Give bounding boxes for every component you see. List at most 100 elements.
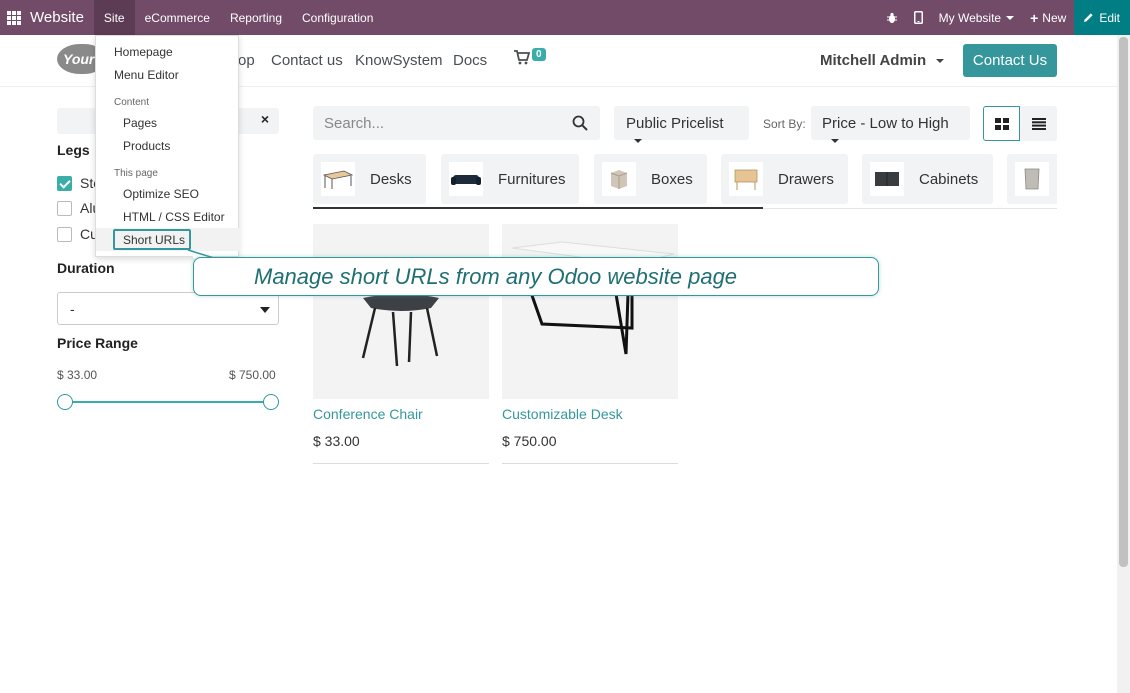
category-scroll-indicator bbox=[313, 207, 763, 209]
sort-by-dropdown[interactable]: Price - Low to High bbox=[811, 106, 970, 144]
edit-label: Edit bbox=[1099, 10, 1120, 25]
dd-html-css-editor[interactable]: HTML / CSS Editor bbox=[123, 210, 225, 224]
sofa-thumbnail bbox=[449, 162, 483, 196]
customizable-desk-image[interactable] bbox=[502, 224, 678, 399]
product-price: $ 33.00 bbox=[313, 433, 360, 449]
price-range-max-handle[interactable] bbox=[263, 394, 279, 410]
search-placeholder: Search... bbox=[324, 115, 385, 132]
price-range-track bbox=[64, 401, 271, 403]
dd-this-page-header: This page bbox=[114, 168, 158, 179]
cart-count-badge: 0 bbox=[532, 48, 546, 61]
category-label: Boxes bbox=[651, 170, 693, 188]
website-switcher[interactable]: My Website bbox=[931, 0, 1022, 35]
category-furnitures[interactable]: Furnitures bbox=[441, 154, 579, 204]
site-dropdown-menu: Homepage Menu Editor Content Pages Produ… bbox=[95, 35, 240, 257]
legs-option[interactable]: Cu bbox=[57, 226, 98, 242]
category-desks[interactable]: Desks bbox=[313, 154, 426, 204]
product-price: $ 750.00 bbox=[502, 433, 557, 449]
callout-text: Manage short URLs from any Odoo website … bbox=[254, 263, 738, 289]
dd-pages[interactable]: Pages bbox=[123, 116, 157, 130]
bin-thumbnail bbox=[1015, 162, 1049, 196]
app-title[interactable]: Website bbox=[30, 9, 84, 26]
callout-tooltip: Manage short URLs from any Odoo website … bbox=[193, 257, 879, 296]
duration-select-value: - bbox=[70, 301, 75, 317]
conference-chair-image[interactable] bbox=[313, 224, 489, 399]
sort-by-label: Sort By: bbox=[763, 117, 806, 131]
category-cabinets[interactable]: Cabinets bbox=[862, 154, 993, 204]
chevron-down-icon bbox=[831, 139, 839, 144]
logo-text: Your bbox=[63, 51, 95, 67]
user-menu[interactable]: Mitchell Admin bbox=[820, 52, 945, 69]
checkbox[interactable] bbox=[57, 226, 72, 242]
grid-view-button[interactable] bbox=[983, 106, 1020, 141]
price-max-value: $ 750.00 bbox=[229, 368, 276, 382]
chevron-down-icon bbox=[1006, 15, 1015, 20]
clear-icon[interactable]: × bbox=[261, 111, 269, 127]
pencil-icon bbox=[1084, 13, 1093, 22]
drawer-thumbnail bbox=[729, 162, 763, 196]
price-range-min-handle[interactable] bbox=[57, 394, 73, 410]
dd-homepage[interactable]: Homepage bbox=[114, 45, 173, 59]
menu-ecommerce[interactable]: eCommerce bbox=[135, 0, 220, 35]
category-label: Desks bbox=[370, 170, 412, 188]
edit-button[interactable]: Edit bbox=[1074, 0, 1130, 35]
scrollbar-thumb[interactable] bbox=[1119, 37, 1128, 567]
product-divider bbox=[502, 463, 678, 464]
pricelist-label: Public Pricelist bbox=[626, 115, 724, 132]
apps-grid-icon[interactable] bbox=[7, 10, 21, 25]
duration-select[interactable]: - bbox=[57, 292, 279, 325]
category-boxes[interactable]: Boxes bbox=[594, 154, 707, 204]
contact-us-button[interactable]: Contact Us bbox=[963, 44, 1057, 77]
price-min-value: $ 33.00 bbox=[57, 368, 98, 382]
category-label: Drawers bbox=[778, 170, 834, 188]
category-label: Furnitures bbox=[498, 170, 566, 188]
new-button[interactable]: + New bbox=[1022, 0, 1074, 35]
menu-reporting[interactable]: Reporting bbox=[220, 0, 292, 35]
admin-bar-right: My Website + New Edit bbox=[878, 0, 1130, 35]
desk-thumbnail bbox=[321, 162, 355, 196]
category-divider bbox=[763, 208, 1057, 209]
cabinet-thumbnail bbox=[870, 162, 904, 196]
nav-link-contact[interactable]: Contact us bbox=[271, 52, 343, 69]
duration-filter-title: Duration bbox=[57, 260, 115, 276]
chevron-down-icon bbox=[634, 139, 642, 144]
sort-by-value: Price - Low to High bbox=[822, 115, 949, 132]
product-name[interactable]: Conference Chair bbox=[313, 406, 423, 422]
menu-configuration[interactable]: Configuration bbox=[292, 0, 383, 35]
chevron-down-icon bbox=[260, 307, 270, 313]
category-label: Cabinets bbox=[919, 170, 979, 188]
dd-optimize-seo[interactable]: Optimize SEO bbox=[123, 187, 199, 201]
price-range-title: Price Range bbox=[57, 335, 138, 351]
nav-link-shop[interactable]: op bbox=[238, 52, 255, 69]
chevron-down-icon bbox=[936, 59, 945, 64]
product-divider bbox=[313, 463, 489, 464]
menu-site[interactable]: Site bbox=[93, 0, 135, 35]
dd-content-header: Content bbox=[114, 97, 150, 108]
dd-products[interactable]: Products bbox=[123, 139, 170, 153]
box-thumbnail bbox=[602, 162, 636, 196]
category-drawers[interactable]: Drawers bbox=[721, 154, 848, 204]
dd-short-urls[interactable]: Short URLs bbox=[123, 233, 185, 247]
search-icon[interactable] bbox=[572, 115, 588, 131]
dd-menu-editor[interactable]: Menu Editor bbox=[114, 68, 179, 82]
debug-bug-icon[interactable] bbox=[878, 0, 906, 35]
website-switcher-label: My Website bbox=[938, 10, 1002, 25]
nav-link-docs[interactable]: Docs bbox=[453, 52, 487, 69]
plus-icon: + bbox=[1030, 9, 1039, 26]
grid-view-icon bbox=[994, 117, 1009, 130]
mobile-preview-icon[interactable] bbox=[906, 0, 931, 35]
legs-option[interactable]: Alu bbox=[57, 200, 100, 216]
page-scrollbar[interactable] bbox=[1117, 35, 1130, 693]
new-label: New bbox=[1042, 10, 1067, 25]
category-bins[interactable] bbox=[1007, 154, 1057, 204]
product-search-input[interactable]: Search... bbox=[313, 106, 600, 140]
user-name: Mitchell Admin bbox=[820, 52, 927, 69]
checkbox[interactable] bbox=[57, 200, 72, 216]
legs-filter-title: Legs bbox=[57, 142, 90, 158]
nav-link-knowsystem[interactable]: KnowSystem bbox=[355, 52, 443, 69]
checkbox[interactable] bbox=[57, 175, 72, 191]
list-view-button[interactable] bbox=[1020, 106, 1057, 141]
cart-button[interactable]: 0 bbox=[514, 48, 546, 70]
product-name[interactable]: Customizable Desk bbox=[502, 406, 623, 422]
pricelist-dropdown[interactable]: Public Pricelist bbox=[614, 106, 749, 144]
